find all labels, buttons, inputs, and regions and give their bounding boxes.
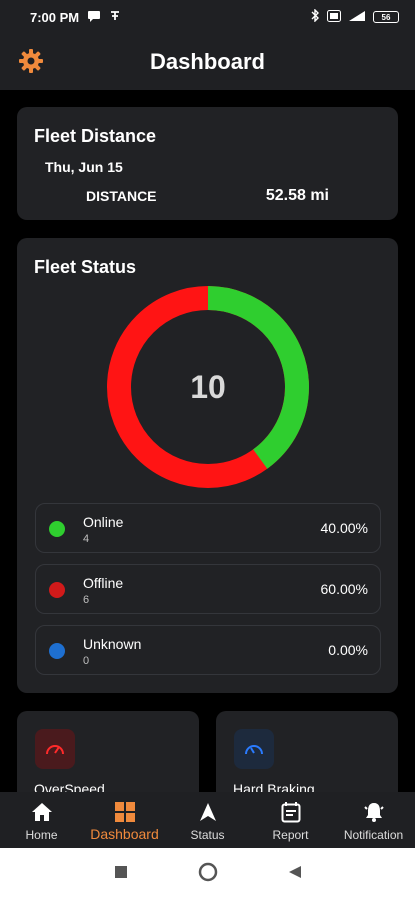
nav-notification-label: Notification — [343, 828, 404, 842]
dashboard-grid-icon — [113, 801, 137, 823]
battery-level: 56 — [381, 12, 391, 22]
legend-item-offline[interactable]: Offline 6 60.00% — [35, 564, 381, 614]
report-calendar-icon — [279, 801, 303, 823]
message-icon — [87, 10, 101, 25]
bell-icon — [362, 801, 386, 823]
nav-report-label: Report — [272, 828, 309, 842]
back-triangle-icon[interactable] — [288, 865, 302, 884]
legend-name: Online — [83, 514, 124, 530]
legend-percent: 60.00% — [320, 581, 368, 597]
hard-braking-label: Hard Braking — [233, 781, 315, 792]
legend-item-unknown[interactable]: Unknown 0 0.00% — [35, 625, 381, 675]
nav-dashboard-label: Dashboard — [90, 826, 159, 842]
legend-item-online[interactable]: Online 4 40.00% — [35, 503, 381, 553]
clock: 7:00 PM — [30, 9, 80, 25]
nav-status[interactable]: Status — [166, 792, 249, 848]
app-header: Dashboard — [0, 34, 415, 90]
page-title: Dashboard — [150, 49, 265, 74]
speedometer-icon — [35, 729, 75, 769]
legend-percent: 0.00% — [328, 642, 368, 658]
status-right: 56 — [310, 8, 399, 25]
legend-name: Offline — [83, 575, 124, 591]
home-circle-icon[interactable] — [198, 862, 218, 887]
bluetooth-icon — [310, 8, 320, 25]
online-dot-icon — [49, 521, 65, 537]
fleet-status-title: Fleet Status — [34, 257, 137, 277]
status-bar: 7:00 PM 56 — [0, 0, 415, 34]
fleet-distance-title: Fleet Distance — [34, 126, 157, 146]
unknown-dot-icon — [49, 643, 65, 659]
system-navigation-bar — [0, 848, 415, 900]
nav-status-label: Status — [190, 828, 225, 842]
nav-home-label: Home — [25, 828, 58, 842]
hard-braking-icon — [234, 729, 274, 769]
battery-icon: 56 — [373, 11, 399, 23]
bottom-navigation: Home Dashboard Status Report Notificatio… — [0, 792, 415, 848]
legend-percent: 40.00% — [320, 520, 368, 536]
fleet-status-card: Fleet Status 10 Online 4 40.00% Offline … — [17, 238, 398, 693]
distance-value: 52.58 mi — [265, 187, 329, 204]
home-icon — [30, 801, 54, 823]
legend-count: 4 — [83, 533, 90, 545]
settings-gear-icon[interactable] — [18, 48, 44, 74]
status-left: 7:00 PM — [30, 10, 121, 25]
distance-label: DISTANCE — [86, 188, 157, 204]
legend-name: Unknown — [83, 636, 142, 652]
nav-home[interactable]: Home — [0, 792, 83, 848]
legend-count: 0 — [83, 655, 90, 667]
offline-dot-icon — [49, 582, 65, 598]
fleet-distance-card[interactable]: Fleet Distance Thu, Jun 15 DISTANCE 52.5… — [17, 107, 398, 220]
nav-notification[interactable]: Notification — [332, 792, 415, 848]
navigation-arrow-icon — [196, 801, 220, 823]
volte-icon — [327, 9, 341, 25]
nav-report[interactable]: Report — [249, 792, 332, 848]
recents-square-icon[interactable] — [114, 865, 128, 884]
nav-dashboard[interactable]: Dashboard — [83, 792, 166, 848]
overspeed-card[interactable]: OverSpeed — [17, 711, 199, 792]
app-notification-icon — [109, 10, 121, 25]
signal-icon — [348, 10, 366, 25]
legend-count: 6 — [83, 594, 90, 606]
dashboard-content[interactable]: Fleet Distance Thu, Jun 15 DISTANCE 52.5… — [0, 90, 415, 792]
donut-total: 10 — [190, 368, 226, 405]
overspeed-label: OverSpeed — [34, 781, 105, 792]
fleet-distance-date: Thu, Jun 15 — [45, 159, 123, 175]
hard-braking-card[interactable]: Hard Braking — [216, 711, 398, 792]
